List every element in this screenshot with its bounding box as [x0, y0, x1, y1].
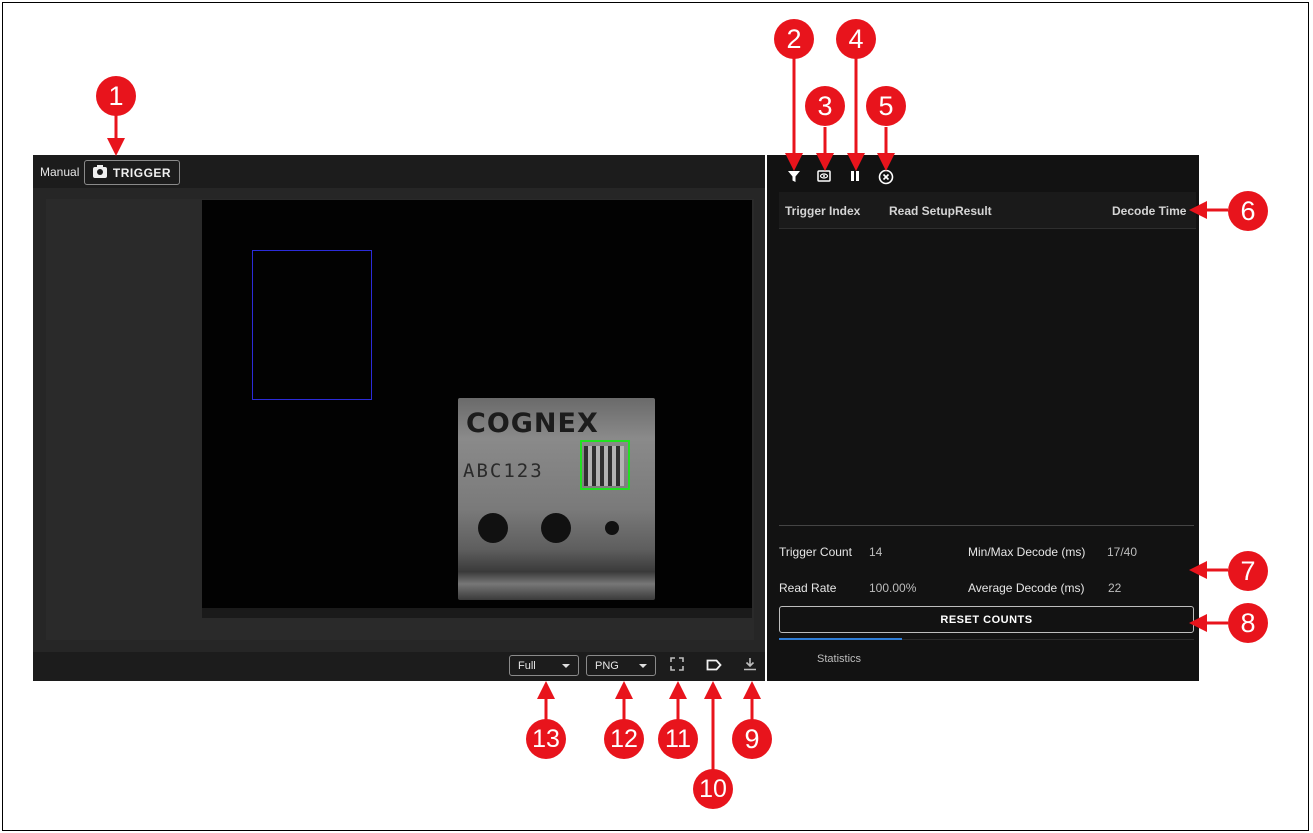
- callout-13: 13: [526, 719, 566, 759]
- callout-6: 6: [1228, 191, 1268, 231]
- callout-1: 1: [96, 76, 136, 116]
- callout-12: 12: [604, 719, 644, 759]
- callout-8: 8: [1228, 603, 1268, 643]
- callout-11: 11: [658, 719, 698, 759]
- callout-arrows: [107, 58, 1228, 770]
- callout-5: 5: [866, 86, 906, 126]
- callout-2: 2: [774, 19, 814, 59]
- callout-7: 7: [1228, 551, 1268, 591]
- callout-3: 3: [805, 86, 845, 126]
- callout-10: 10: [693, 769, 733, 809]
- callout-9: 9: [732, 719, 772, 759]
- callout-4: 4: [836, 19, 876, 59]
